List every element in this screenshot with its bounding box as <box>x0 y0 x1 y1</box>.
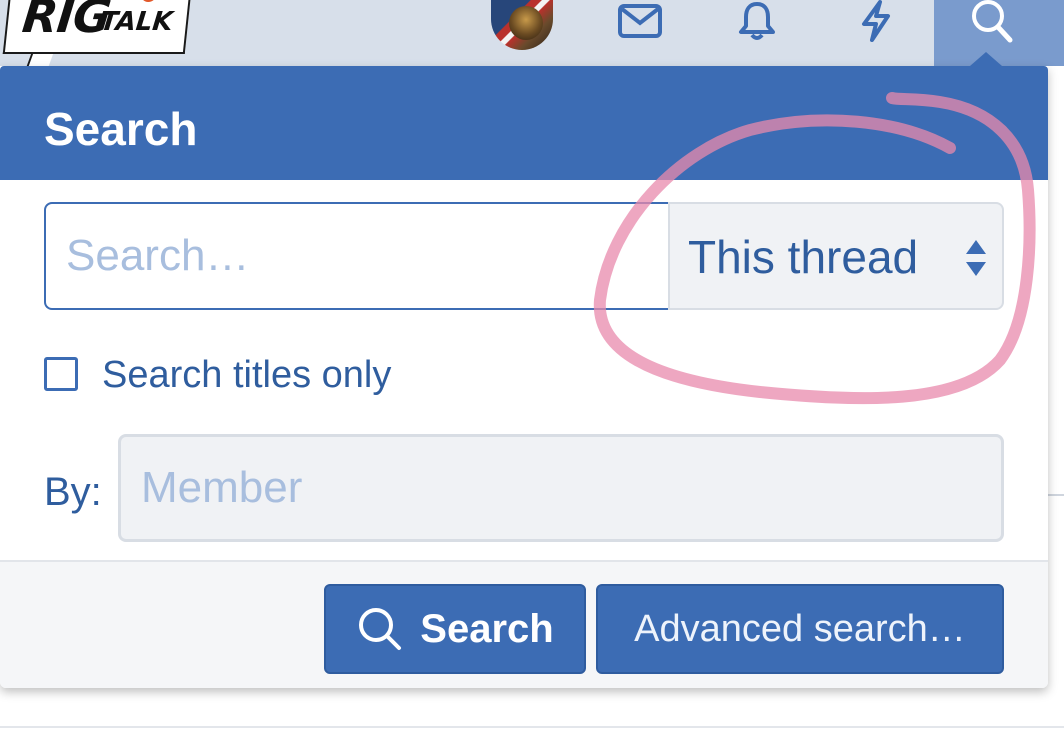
inbox-button[interactable] <box>616 0 664 42</box>
titles-only-checkbox[interactable] <box>44 357 78 391</box>
advanced-search-button[interactable]: Advanced search… <box>596 584 1004 674</box>
search-submit-button[interactable]: Search <box>324 584 586 674</box>
search-dropdown-panel: Search This thread Search titles only By… <box>0 52 1048 688</box>
site-logo[interactable]: RIG TALK <box>2 0 192 54</box>
search-query-row: This thread <box>44 202 1004 310</box>
bell-icon <box>739 2 775 40</box>
page-divider <box>1048 494 1064 496</box>
search-panel-title: Search <box>44 103 198 155</box>
logo-secondary-text: TALK <box>98 7 175 37</box>
advanced-search-label: Advanced search… <box>634 607 966 650</box>
search-scope-select[interactable]: This thread <box>668 202 1004 310</box>
member-filter-label: By: <box>44 470 102 514</box>
alerts-button[interactable] <box>733 0 781 42</box>
search-submit-label: Search <box>420 606 554 651</box>
logo-flame-icon <box>140 0 158 2</box>
search-icon <box>356 605 404 653</box>
search-icon <box>972 0 1013 43</box>
search-panel-header: Search <box>0 66 1048 180</box>
panel-pointer <box>970 52 1002 66</box>
whats-new-button[interactable] <box>852 0 900 42</box>
search-input[interactable] <box>44 202 670 310</box>
page-divider-bottom <box>0 726 1064 728</box>
select-updown-icon <box>966 240 986 276</box>
search-scope-value: This thread <box>688 231 919 283</box>
envelope-icon <box>618 4 662 38</box>
lightning-icon <box>862 0 890 42</box>
search-panel-footer: Search Advanced search… <box>0 560 1048 688</box>
member-input[interactable] <box>118 434 1004 542</box>
titles-only-label[interactable]: Search titles only <box>102 354 391 396</box>
top-navigation-bar: RIG TALK <box>0 0 1064 66</box>
user-avatar[interactable] <box>491 0 553 50</box>
